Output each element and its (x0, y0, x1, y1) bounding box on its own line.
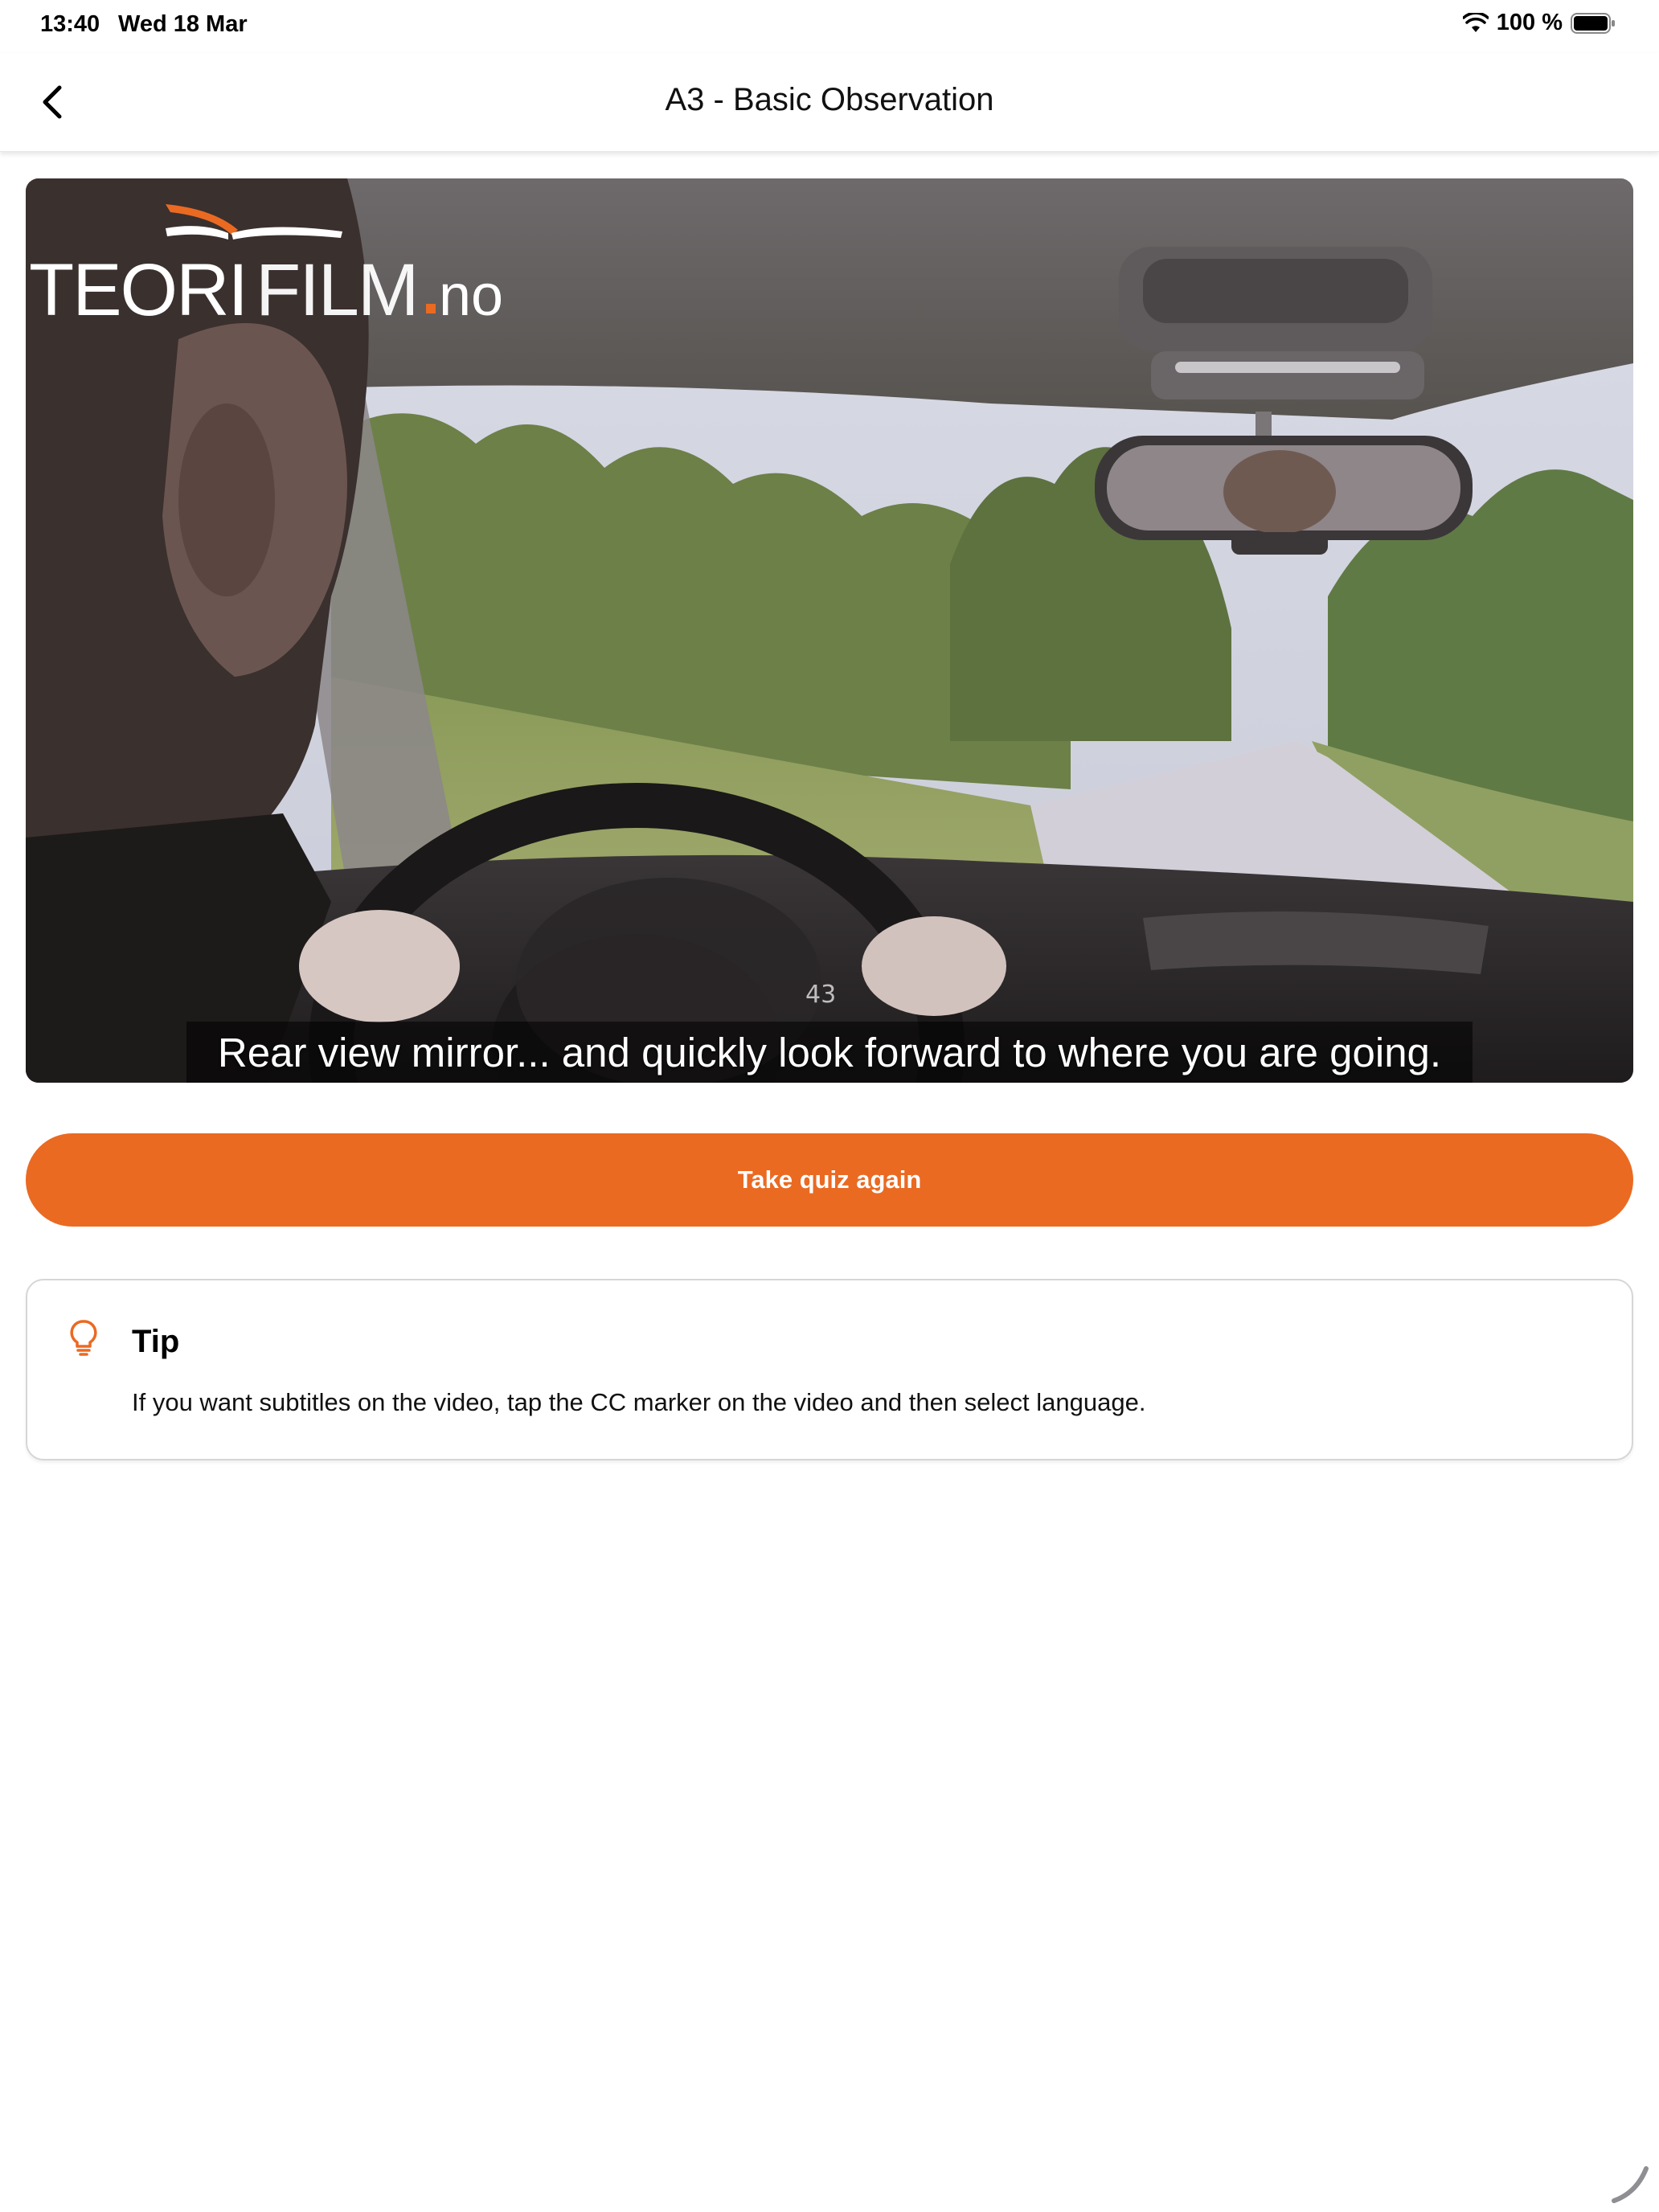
svg-text:no: no (439, 264, 503, 323)
svg-text:TEORI: TEORI (29, 249, 247, 323)
svg-text:43: 43 (805, 981, 836, 1009)
page-title: A3 - Basic Observation (665, 82, 994, 117)
battery-percentage: 100 % (1496, 10, 1563, 35)
lightbulb-icon (70, 1320, 97, 1356)
svg-text:FILM: FILM (256, 249, 418, 323)
battery-icon (1571, 12, 1615, 34)
wifi-icon (1462, 12, 1489, 32)
video-player[interactable]: 43 TEORI FILM no Rear view mirror... and… (26, 178, 1633, 1083)
status-bar: 13:40 Wed 18 Mar 100 % (0, 0, 1659, 53)
status-indicators: 100 % (1462, 10, 1616, 36)
teorifilm-logo: TEORI FILM no (29, 204, 503, 323)
scroll-indicator (1612, 2166, 1649, 2203)
navigation-bar: A3 - Basic Observation (0, 53, 1659, 152)
status-date: Wed 18 Mar (118, 11, 248, 37)
video-subtitle: Rear view mirror... and quickly look for… (217, 1030, 1442, 1075)
tip-text: If you want subtitles on the video, tap … (132, 1388, 1146, 1416)
tip-card: Tip If you want subtitles on the video, … (26, 1279, 1633, 1460)
status-time: 13:40 (40, 11, 100, 37)
app-screen: 13:40 Wed 18 Mar 100 % A3 - Basic Observ… (0, 0, 1659, 2212)
take-quiz-again-button[interactable]: Take quiz again (26, 1133, 1633, 1227)
tip-title: Tip (132, 1324, 180, 1359)
